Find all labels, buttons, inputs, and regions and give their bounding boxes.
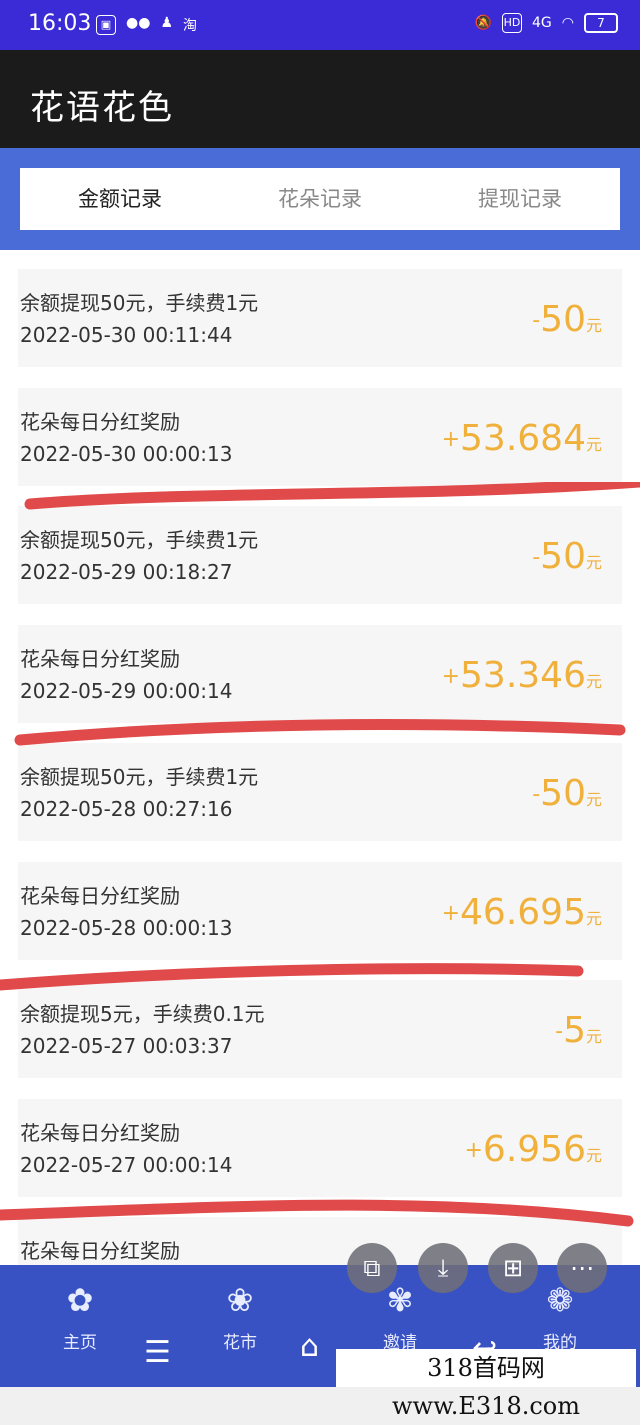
- download-button[interactable]: ⤓: [418, 1243, 468, 1293]
- amount-sign: +: [441, 664, 461, 689]
- amount-value: 53.346: [460, 655, 586, 696]
- amount-value: 50: [540, 299, 586, 340]
- amount-unit: 元: [585, 672, 602, 691]
- record-amount: -50元: [532, 299, 602, 340]
- do-not-disturb-icon: 🔕: [474, 15, 493, 31]
- list-item: 余额提现50元，手续费1元 2022-05-28 00:27:16 -50元: [18, 743, 622, 841]
- signal-icon: 4G: [532, 15, 552, 31]
- amount-value: 6.956: [482, 1129, 586, 1170]
- grid-icon: ⊞: [502, 1254, 524, 1282]
- flower-market-icon: ❀: [226, 1281, 254, 1319]
- download-icon: ⤓: [437, 1254, 449, 1282]
- amount-unit: 元: [585, 435, 602, 454]
- system-status-icons: 🔕 HD 4G ◠ 7: [475, 13, 618, 33]
- record-time: 2022-05-27 00:03:37: [20, 1034, 233, 1058]
- amount-sign: +: [464, 1138, 483, 1163]
- amount-unit: 元: [585, 316, 602, 335]
- hd-icon: HD: [502, 13, 523, 33]
- list-item: 余额提现5元，手续费0.1元 2022-05-27 00:03:37 -5元: [18, 980, 622, 1078]
- wifi-icon: ◠: [561, 15, 574, 31]
- record-time: 2022-05-27 00:00:14: [20, 1153, 233, 1177]
- amount-sign: +: [441, 901, 461, 926]
- status-bar: 16:03 ▣ ●● ♟ 淘 🔕 HD 4G ◠ 7: [0, 0, 640, 50]
- translate-icon: ⧉: [363, 1254, 381, 1282]
- amount-value: 50: [540, 773, 586, 814]
- record-time: 2022-05-30 00:00:13: [20, 442, 233, 466]
- record-description: 花朵每日分红奖励: [20, 410, 180, 434]
- tab-amount-records[interactable]: 金额记录: [20, 168, 220, 230]
- amount-unit: 元: [585, 553, 602, 572]
- record-amount: +6.956元: [464, 1129, 602, 1170]
- status-time: 16:03: [28, 11, 92, 36]
- amount-value: 50: [540, 536, 586, 577]
- record-amount: -50元: [532, 773, 602, 814]
- record-time: 2022-05-29 00:18:27: [20, 560, 233, 584]
- record-description: 余额提现50元，手续费1元: [20, 291, 259, 315]
- record-description: 余额提现50元，手续费1元: [20, 528, 259, 552]
- app-header: 花语花色: [0, 50, 640, 148]
- list-item: 花朵每日分红奖励 2022-05-29 00:00:14 +53.346元: [18, 625, 622, 723]
- list-item: 花朵每日分红奖励 2022-05-28 00:00:13 +46.695元: [18, 862, 622, 960]
- record-amount: -5元: [555, 1010, 602, 1051]
- record-amount: +46.695元: [442, 892, 602, 933]
- tab-withdraw-records[interactable]: 提现记录: [420, 168, 620, 230]
- records-list[interactable]: 余额提现50元，手续费1元 2022-05-30 00:11:44 -50元 花…: [0, 250, 640, 1265]
- amount-sign: +: [441, 427, 461, 452]
- record-amount: +53.346元: [442, 655, 602, 696]
- watermark: 318首码网 www.E318.com: [336, 1349, 636, 1420]
- record-description: 余额提现50元，手续费1元: [20, 765, 259, 789]
- record-description: 花朵每日分红奖励: [20, 1239, 180, 1263]
- amount-sign: -: [532, 782, 541, 807]
- grid-button[interactable]: ⊞: [488, 1243, 538, 1293]
- more-icon: ⋯: [570, 1254, 594, 1282]
- amount-sign: -: [555, 1019, 564, 1044]
- wechat-icon: ●●: [126, 15, 151, 31]
- tab-flower-records[interactable]: 花朵记录: [220, 168, 420, 230]
- amount-sign: -: [532, 545, 541, 570]
- amount-unit: 元: [585, 1146, 602, 1165]
- amount-value: 53.684: [460, 418, 586, 459]
- tab-bar-container: 金额记录 花朵记录 提现记录: [0, 148, 640, 250]
- list-item: 余额提现50元，手续费1元 2022-05-30 00:11:44 -50元: [18, 269, 622, 367]
- amount-unit: 元: [585, 790, 602, 809]
- record-description: 花朵每日分红奖励: [20, 884, 180, 908]
- record-time: 2022-05-30 00:11:44: [20, 323, 233, 347]
- list-item: 花朵每日分红奖励 2022-05-27 00:00:14 +6.956元: [18, 1099, 622, 1197]
- list-item: 余额提现50元，手续费1元 2022-05-29 00:18:27 -50元: [18, 506, 622, 604]
- qq-icon: ♟: [160, 15, 173, 31]
- taobao-icon: 淘: [183, 18, 197, 34]
- home-icon[interactable]: ⌂: [300, 1329, 319, 1364]
- menu-icon[interactable]: ☰: [144, 1335, 171, 1370]
- record-description: 花朵每日分红奖励: [20, 647, 180, 671]
- amount-value: 5: [563, 1010, 586, 1051]
- amount-sign: -: [532, 308, 541, 333]
- list-item: 花朵每日分红奖励 2022-05-30 00:00:13 +53.684元: [18, 388, 622, 486]
- battery-icon: 7: [584, 13, 618, 33]
- record-time: 2022-05-28 00:00:13: [20, 916, 233, 940]
- record-description: 花朵每日分红奖励: [20, 1121, 180, 1145]
- home-flower-icon: ✿: [66, 1281, 94, 1319]
- amount-value: 46.695: [460, 892, 586, 933]
- app-title: 花语花色: [30, 88, 174, 128]
- record-amount: -50元: [532, 536, 602, 577]
- tab-bar: 金额记录 花朵记录 提现记录: [20, 168, 620, 230]
- record-amount: +53.684元: [442, 418, 602, 459]
- record-time: 2022-05-29 00:00:14: [20, 679, 233, 703]
- more-button[interactable]: ⋯: [557, 1243, 607, 1293]
- record-time: 2022-05-28 00:27:16: [20, 797, 233, 821]
- amount-unit: 元: [585, 1027, 602, 1046]
- gallery-icon: ▣: [96, 15, 116, 35]
- amount-unit: 元: [585, 909, 602, 928]
- record-description: 余额提现5元，手续费0.1元: [20, 1002, 265, 1026]
- notification-icons: ▣ ●● ♟ 淘: [96, 15, 197, 35]
- translate-button[interactable]: ⧉: [347, 1243, 397, 1293]
